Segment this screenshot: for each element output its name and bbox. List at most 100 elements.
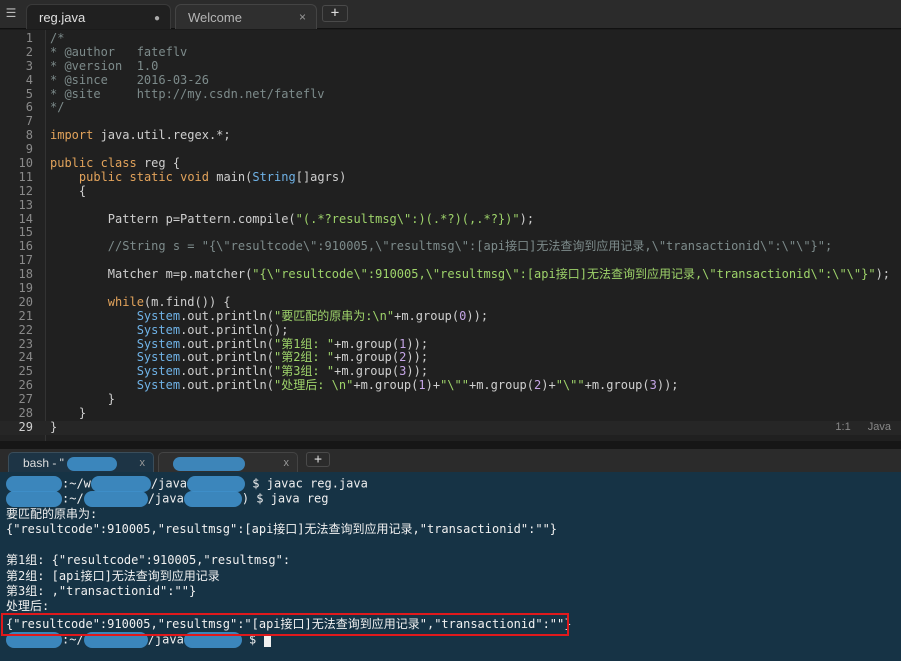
code-line[interactable]: 20 while(m.find()) { — [0, 294, 901, 310]
code-token: )); — [406, 364, 429, 379]
line-number: 14 — [18, 211, 33, 226]
code-token: class — [100, 156, 137, 171]
terminal-command-line: :~//java) $ java reg — [6, 491, 329, 507]
line-number: 23 — [18, 336, 33, 351]
code-token: public — [50, 156, 94, 171]
code-line[interactable]: 11 public static void main(String[]agrs) — [0, 169, 901, 185]
line-number: 20 — [18, 294, 33, 309]
code-line[interactable]: 22 System.out.println(); — [0, 322, 901, 338]
code-text: * @since 2016-03-26 — [50, 72, 209, 88]
code-token: 3 — [649, 378, 657, 393]
code-token: Matcher m=p.matcher( — [50, 267, 253, 282]
code-line[interactable]: 24 System.out.println("第2组: "+m.group(2)… — [0, 351, 901, 365]
code-line[interactable]: 16 //String s = "{\"resultcode\":910005,… — [0, 239, 901, 254]
code-token: +m.group( — [353, 378, 419, 393]
language-mode[interactable]: Java — [868, 421, 891, 433]
code-line[interactable]: 14 Pattern p=Pattern.compile("(.*?result… — [0, 211, 901, 227]
code-line[interactable]: 28 } — [0, 406, 901, 421]
code-line[interactable]: 27 } — [0, 392, 901, 407]
code-line[interactable]: 1 /* — [0, 31, 901, 46]
code-token: /* — [50, 31, 65, 45]
pane-divider[interactable] — [0, 441, 901, 449]
code-token: .out.println(); — [180, 322, 289, 337]
tab-welcome[interactable]: Welcome × — [175, 4, 317, 29]
code-line[interactable]: 23 System.out.println("第1组: "+m.group(1)… — [0, 336, 901, 352]
modified-dot-icon[interactable]: ● — [154, 6, 160, 31]
new-tab-button[interactable]: + — [322, 5, 348, 22]
code-line[interactable]: 25 System.out.println("第3组: "+m.group(3)… — [0, 364, 901, 379]
code-line[interactable]: 2 * @author fateflv — [0, 44, 901, 60]
redacted-mark — [83, 491, 148, 507]
code-text: } — [50, 420, 57, 435]
code-lines[interactable]: 1 /* 2 * @author fateflv 3 * @version 1.0 4 * @… — [0, 31, 901, 435]
code-token: */ — [50, 100, 65, 115]
code-line[interactable]: 6 */ — [0, 101, 901, 115]
code-token: +m.group( — [334, 336, 400, 351]
code-token: public — [78, 169, 123, 184]
code-line[interactable]: 19 — [0, 281, 901, 296]
code-token: * @since 2016-03-26 — [50, 72, 209, 87]
code-line[interactable]: 29} — [0, 420, 901, 435]
code-token: main( — [209, 169, 253, 184]
tab-label: reg.java — [39, 10, 86, 25]
code-token: )); — [466, 308, 489, 323]
code-token: "第3组: " — [273, 364, 335, 379]
terminal-tab-2[interactable]: x — [158, 452, 298, 472]
code-token: "处理后: \n" — [273, 378, 354, 393]
tab-label: Welcome — [188, 10, 242, 25]
code-text: * @site http://my.csdn.net/fateflv — [50, 87, 325, 102]
redacted-mark — [6, 491, 62, 507]
menu-icon[interactable]: ☰ — [3, 6, 19, 20]
line-number: 16 — [18, 239, 33, 254]
code-line[interactable]: 8 import java.util.regex.*; — [0, 128, 901, 143]
code-line[interactable]: 4 * @since 2016-03-26 — [0, 72, 901, 88]
code-token: Pattern p=Pattern.compile( — [50, 211, 296, 226]
code-line[interactable]: 12 { — [0, 184, 901, 199]
line-number: 6 — [25, 100, 33, 115]
code-line[interactable]: 26 System.out.println("处理后: \n"+m.group(… — [0, 378, 901, 393]
code-text: /* — [50, 31, 65, 46]
code-line[interactable]: 5 * @site http://my.csdn.net/fateflv — [0, 87, 901, 102]
close-icon[interactable]: × — [299, 5, 306, 30]
editor-tab-bar: ☰ reg.java ● Welcome × + — [0, 0, 901, 29]
line-number: 9 — [25, 142, 33, 157]
terminal-tab-label: bash - " — [23, 456, 64, 470]
code-text: //String s = "{\"resultcode\":910005,\"r… — [50, 239, 832, 254]
code-line[interactable]: 10 public class reg { — [0, 156, 901, 171]
line-number: 11 — [18, 169, 33, 184]
redacted-mark — [173, 456, 245, 471]
code-line[interactable]: 7 — [0, 114, 901, 129]
code-line[interactable]: 21 System.out.println("要匹配的原串为:\n"+m.gro… — [0, 308, 901, 324]
code-text: System.out.println("要匹配的原串为:\n"+m.group(… — [50, 308, 489, 324]
code-line[interactable]: 18 Matcher m=p.matcher("{\"resultcode\":… — [0, 267, 901, 282]
line-number: 25 — [18, 364, 33, 379]
code-token: .out.println( — [180, 378, 274, 393]
terminal-tab-bash[interactable]: bash - " x — [8, 452, 154, 472]
code-text: import java.util.regex.*; — [50, 128, 231, 143]
code-token: +m.group( — [584, 378, 650, 393]
line-number: 7 — [25, 114, 33, 129]
close-icon[interactable]: x — [140, 453, 146, 473]
code-line[interactable]: 9 — [0, 142, 901, 157]
code-token: * @author fateflv — [50, 44, 188, 59]
tab-reg-java[interactable]: reg.java ● — [26, 4, 171, 29]
code-line[interactable]: 3 * @version 1.0 — [0, 59, 901, 74]
editor-status: 1:1 Java — [821, 421, 891, 433]
redacted-mark — [183, 491, 242, 507]
code-token: while — [107, 294, 144, 309]
close-icon[interactable]: x — [284, 453, 290, 473]
code-line[interactable]: 13 — [0, 198, 901, 213]
code-text: Pattern p=Pattern.compile("(.*?resultmsg… — [50, 211, 534, 227]
new-terminal-button[interactable]: + — [306, 452, 330, 467]
code-token: "{\"resultcode\":910005,\"resultmsg\":[a… — [252, 267, 876, 282]
code-text: System.out.println(); — [50, 322, 289, 338]
code-token: System — [136, 350, 181, 365]
code-editor[interactable]: 1 /* 2 * @author fateflv 3 * @version 1.0 4 * @… — [0, 30, 901, 441]
